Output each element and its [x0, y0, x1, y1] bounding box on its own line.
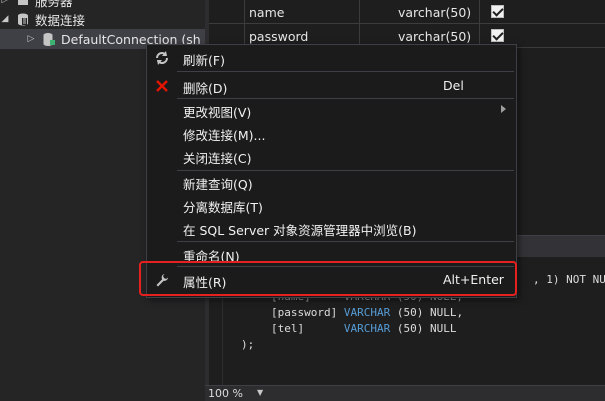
- menu-item-delete-label: 删除(D): [183, 81, 228, 96]
- code-line-2: [password] VARCHAR (50) NULL,: [271, 306, 463, 319]
- menu-item-refresh-label: 刷新(F): [183, 53, 225, 68]
- code-rest: (50) NULL,: [390, 306, 464, 319]
- tree-node-data-connections[interactable]: ◢ 数据连接: [0, 9, 85, 29]
- allow-nulls-checkbox[interactable]: [491, 5, 504, 18]
- data-connections-icon: [18, 13, 28, 26]
- code-line-4: );: [241, 338, 255, 351]
- chevron-down-icon[interactable]: ▼: [257, 388, 263, 397]
- refresh-icon: [156, 51, 168, 65]
- menu-item-modify-connection-label: 修改连接(M)...: [183, 128, 266, 143]
- delete-x-icon: [156, 80, 168, 92]
- code-column-name: [tel]: [271, 322, 344, 335]
- menu-item-refresh[interactable]: 刷新(F): [147, 47, 516, 69]
- menu-item-close-connection-label: 关闭连接(C): [183, 151, 252, 166]
- allow-nulls-checkbox[interactable]: [491, 29, 504, 42]
- code-keyword: VARCHAR: [343, 322, 391, 335]
- column-name-cell[interactable]: password: [249, 29, 308, 44]
- code-rest: (50) NULL: [390, 322, 457, 335]
- table-row[interactable]: name varchar(50): [209, 0, 605, 24]
- tree-node-data-connections-label: 数据连接: [35, 12, 86, 28]
- column-divider: [359, 0, 360, 24]
- collapse-arrow-icon[interactable]: ◢: [0, 14, 10, 24]
- row-header[interactable]: [209, 0, 245, 24]
- expand-arrow-icon[interactable]: ▷: [0, 0, 10, 5]
- database-connection-icon: [43, 33, 55, 46]
- menu-item-close-connection[interactable]: 关闭连接(C): [147, 145, 516, 167]
- highlight-annotation-box: [139, 261, 517, 296]
- menu-item-new-query[interactable]: 新建查询(Q): [147, 171, 516, 193]
- menu-item-modify-connection[interactable]: 修改连接(M)...: [147, 122, 516, 144]
- code-keyword: VARCHAR: [343, 306, 391, 319]
- editor-status-bar: 100 % ▼: [205, 385, 605, 401]
- menu-item-new-query-label: 新建查询(Q): [183, 177, 253, 192]
- menu-separator: [177, 71, 514, 72]
- column-divider: [479, 0, 480, 24]
- server-icon: [18, 0, 28, 5]
- data-type-cell[interactable]: varchar(50): [398, 5, 471, 20]
- expand-arrow-icon[interactable]: ▷: [26, 34, 36, 44]
- menu-item-browse-sql-server[interactable]: 在 SQL Server 对象资源管理器中浏览(B): [147, 217, 516, 239]
- menu-item-change-view[interactable]: 更改视图(V): [147, 99, 516, 121]
- submenu-arrow-icon: [501, 105, 506, 113]
- menu-item-delete-shortcut: Del: [443, 78, 464, 93]
- menu-item-change-view-label: 更改视图(V): [183, 105, 252, 120]
- code-line-0-tail: , 1) NOT NULL: [533, 273, 605, 286]
- data-type-cell[interactable]: varchar(50): [398, 29, 471, 44]
- menu-item-browse-sql-server-label: 在 SQL Server 对象资源管理器中浏览(B): [183, 223, 417, 238]
- menu-item-detach-database-label: 分离数据库(T): [183, 200, 263, 215]
- column-name-cell[interactable]: name: [249, 5, 284, 20]
- menu-item-delete[interactable]: 删除(D) Del: [147, 75, 516, 97]
- zoom-level-dropdown[interactable]: 100 %: [208, 387, 243, 400]
- menu-item-detach-database[interactable]: 分离数据库(T): [147, 194, 516, 216]
- menu-separator: [177, 241, 514, 242]
- code-line-3: [tel] VARCHAR (50) NULL: [271, 322, 456, 335]
- code-column-name: [password]: [271, 306, 344, 319]
- context-menu: 刷新(F) 删除(D) Del 更改视图(V) 修改连接(M)... 关闭连接(…: [146, 44, 517, 298]
